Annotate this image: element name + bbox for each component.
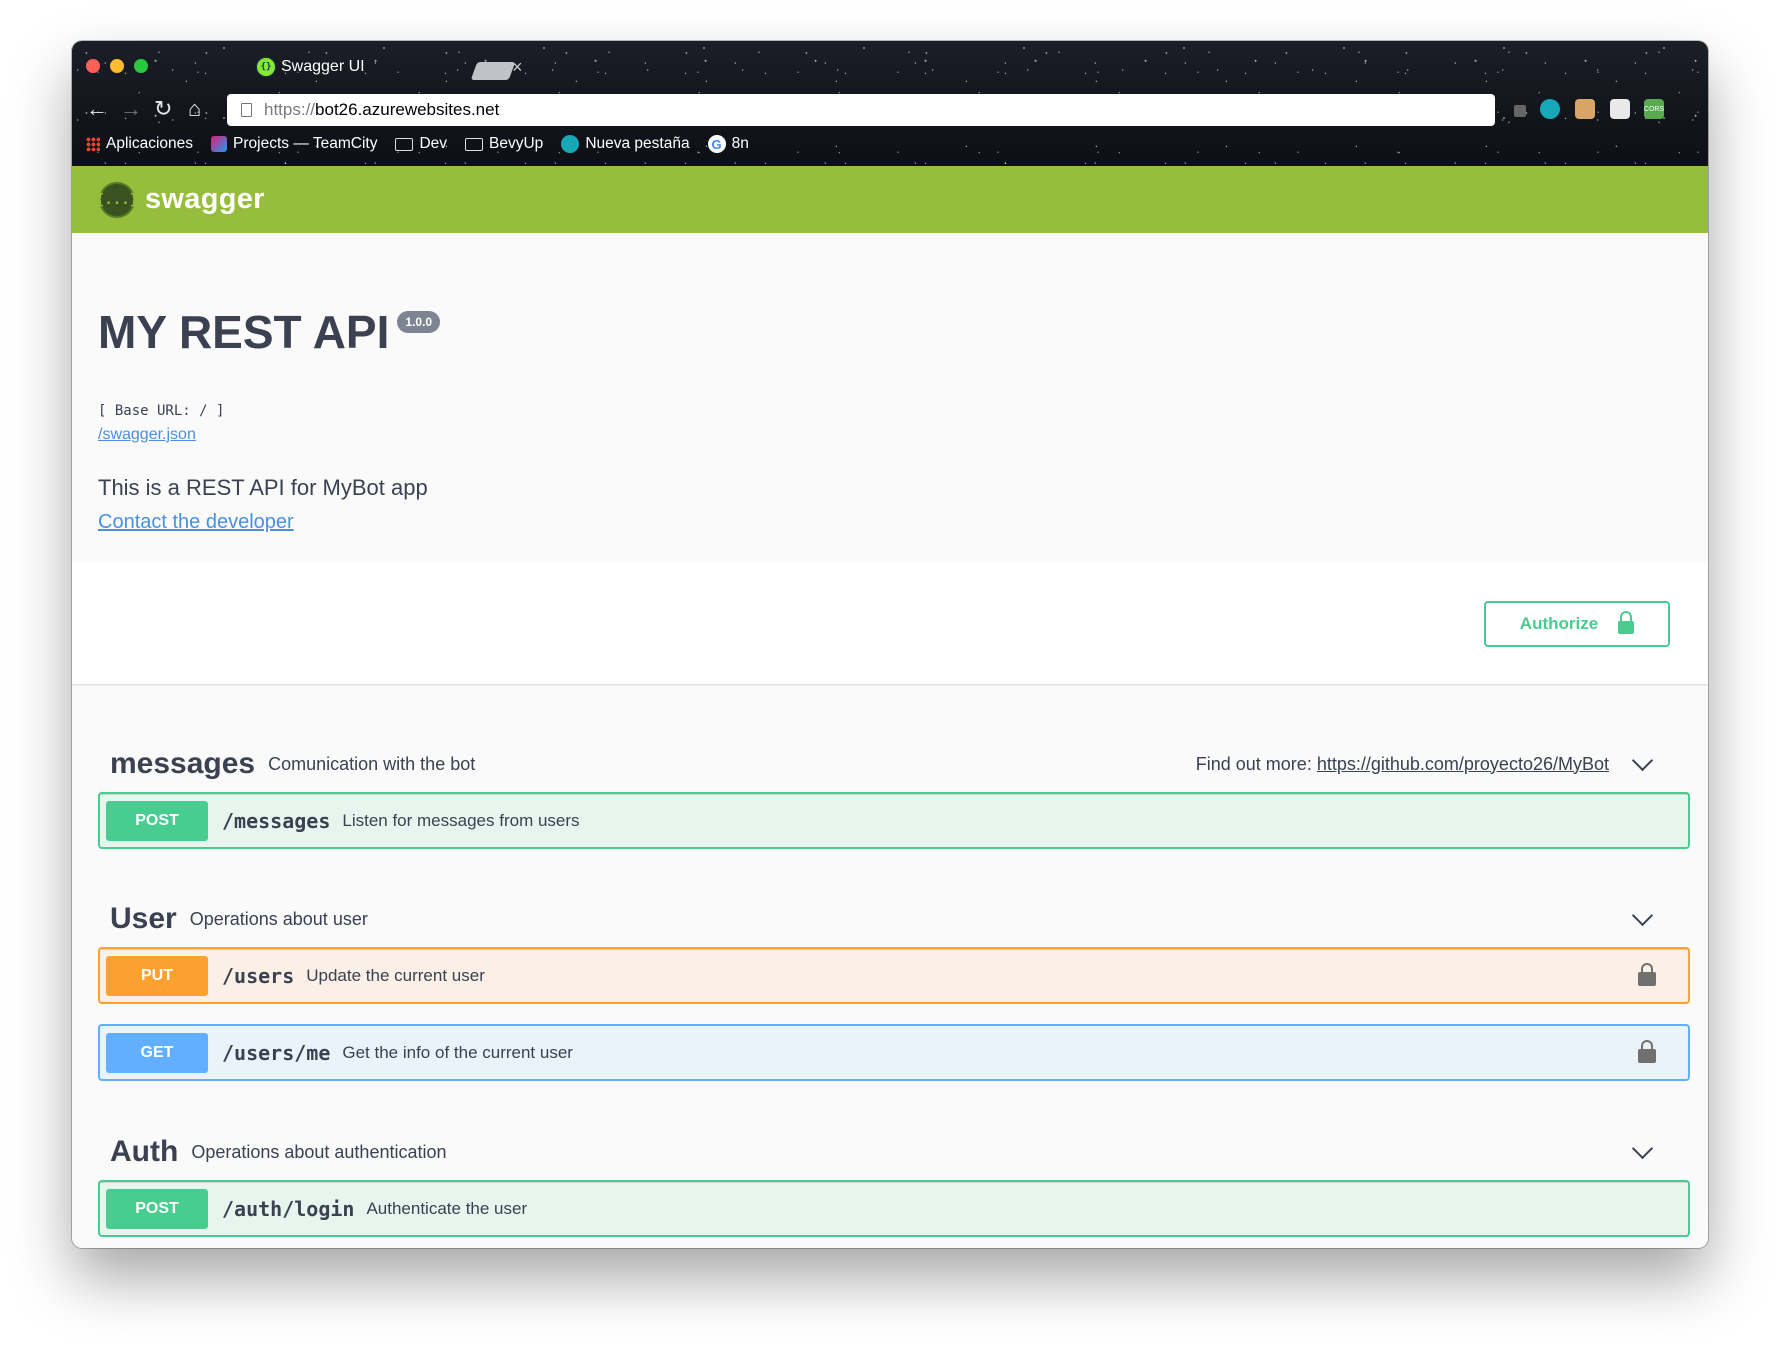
bookmark-label: Nueva pestaña (585, 135, 690, 152)
tag-header-user[interactable]: User Operations about user (98, 889, 1690, 950)
operation-path: /messages (222, 808, 331, 833)
swagger-json-link[interactable]: /swagger.json (98, 426, 196, 444)
operation-summary: Listen for messages from users (342, 810, 580, 830)
swagger-topbar: {...} swagger (72, 166, 1708, 233)
bookmark-label: 8n (731, 135, 749, 152)
new-tab-button[interactable] (470, 62, 516, 80)
method-badge: PUT (106, 955, 208, 996)
bookmark-bevyup[interactable]: BevyUp (465, 135, 543, 153)
method-badge: POST (106, 800, 208, 841)
opblock-post-auth-login[interactable]: POST /auth/login Authenticate the user (98, 1180, 1690, 1237)
bookmark-nueva-pestana[interactable]: Nueva pestaña (561, 135, 690, 153)
tag-name: Auth (110, 1135, 179, 1168)
tag-description: Comunication with the bot (268, 753, 476, 774)
operation-path: /users (222, 963, 295, 988)
maximize-window-button[interactable] (134, 59, 148, 73)
operation-summary: Update the current user (306, 965, 485, 985)
bookmark-dev[interactable]: Dev (395, 135, 447, 153)
forward-arrow-icon[interactable]: → (120, 97, 142, 121)
extension-doc-icon[interactable] (1610, 99, 1630, 119)
scheme-container: Authorize (72, 562, 1708, 684)
tag-name: messages (110, 747, 256, 780)
tab-title: Swagger UI (281, 58, 365, 75)
api-description: This is a REST API for MyBot app (98, 475, 428, 500)
browser-chrome: {} Swagger UI × ← → ↻ ⌂ https:// bot26.a… (72, 41, 1708, 166)
lock-icon[interactable] (1638, 1039, 1656, 1063)
external-docs-prefix: Find out more: (1195, 753, 1312, 774)
contact-developer-link[interactable]: Contact the developer (98, 511, 294, 534)
url-host: bot26.azurewebsites.net (315, 100, 500, 119)
extension-icon[interactable] (1514, 105, 1526, 117)
bookmark-aplicaciones[interactable]: Aplicaciones (86, 135, 193, 153)
url-scheme: https:// (264, 100, 316, 119)
title-row: MY REST API 1.0.0 (98, 306, 441, 358)
extension-face-icon[interactable] (1575, 99, 1595, 119)
base-url: [ Base URL: / ] (98, 403, 225, 419)
chevron-down-icon[interactable] (1631, 749, 1654, 771)
swagger-favicon-icon: {} (256, 57, 276, 77)
api-title: MY REST API (98, 306, 390, 358)
circle-icon (561, 135, 580, 153)
page-icon (241, 103, 252, 117)
minimize-window-button[interactable] (110, 59, 124, 73)
folder-icon (465, 137, 484, 151)
bookmark-label: BevyUp (489, 135, 544, 152)
operation-path: /auth/login (222, 1196, 355, 1221)
address-bar[interactable]: https:// bot26.azurewebsites.net (227, 94, 1495, 126)
reload-icon[interactable]: ↻ (154, 97, 172, 121)
bookmark-label: Aplicaciones (106, 135, 194, 152)
bookmarks-bar: Aplicaciones Projects — TeamCity Dev Bev… (86, 132, 767, 156)
home-icon[interactable]: ⌂ (188, 97, 201, 121)
folder-icon (395, 137, 414, 151)
extension-circle-icon[interactable] (1540, 99, 1560, 119)
method-badge: GET (106, 1032, 208, 1073)
swagger-logo-text[interactable]: swagger (145, 183, 265, 216)
bookmark-label: Projects — TeamCity (233, 135, 378, 152)
tag-description: Operations about authentication (191, 1141, 447, 1162)
opblock-post-messages[interactable]: POST /messages Listen for messages from … (98, 792, 1690, 849)
browser-tab[interactable]: {} Swagger UI × (182, 49, 523, 85)
tag-header-messages[interactable]: messages Comunication with the bot Find … (98, 734, 1690, 795)
version-badge: 1.0.0 (397, 311, 441, 333)
lock-icon[interactable] (1638, 962, 1656, 986)
opblock-put-users[interactable]: PUT /users Update the current user (98, 947, 1690, 1004)
tag-description: Operations about user (189, 908, 368, 929)
opblock-get-users-me[interactable]: GET /users/me Get the info of the curren… (98, 1024, 1690, 1081)
tag-header-auth[interactable]: Auth Operations about authentication (98, 1122, 1690, 1183)
authorize-label: Authorize (1519, 614, 1599, 633)
google-icon: G (707, 135, 726, 153)
tag-name: User (110, 902, 177, 935)
back-arrow-icon[interactable]: ← (86, 97, 108, 121)
browser-window: {} Swagger UI × ← → ↻ ⌂ https:// bot26.a… (72, 41, 1708, 1248)
bookmark-label: Dev (419, 135, 448, 152)
operation-summary: Get the info of the current user (342, 1042, 573, 1062)
teamcity-icon (211, 136, 228, 152)
chevron-down-icon[interactable] (1631, 1137, 1654, 1159)
unlocked-icon (1618, 610, 1635, 634)
bookmark-8n[interactable]: G 8n (707, 135, 749, 153)
bookmark-teamcity[interactable]: Projects — TeamCity (211, 135, 377, 153)
authorize-button[interactable]: Authorize (1484, 601, 1670, 647)
tag-external-docs: Find out more: https://github.com/proyec… (1196, 754, 1609, 775)
apps-grid-icon (86, 137, 100, 151)
close-window-button[interactable] (86, 59, 100, 73)
tab-close-icon[interactable]: × (512, 57, 523, 78)
operation-path: /users/me (222, 1040, 331, 1065)
cors-extension-icon[interactable]: CORS (1644, 99, 1664, 119)
operation-summary: Authenticate the user (366, 1198, 528, 1218)
swagger-logo-icon[interactable]: {...} (96, 181, 138, 218)
chevron-down-icon[interactable] (1631, 904, 1654, 926)
method-badge: POST (106, 1188, 208, 1229)
external-docs-link[interactable]: https://github.com/proyecto26/MyBot (1317, 754, 1609, 774)
